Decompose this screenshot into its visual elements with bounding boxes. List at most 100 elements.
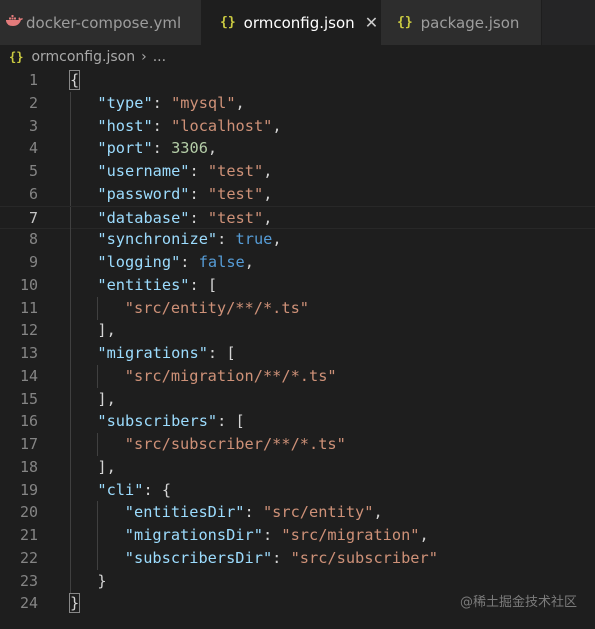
- code-line[interactable]: 10 "entities": [: [0, 273, 595, 297]
- line-number: 16: [19, 412, 38, 431]
- code-token: "host": [97, 116, 153, 135]
- indent-guide: [70, 546, 71, 570]
- code-text: "cli": {: [97, 479, 171, 502]
- code-line[interactable]: 1{: [0, 69, 595, 92]
- code-editor[interactable]: 1{2 "type": "mysql", 3 "host": "localhost",…: [0, 68, 595, 629]
- code-token: "mysql": [171, 93, 236, 112]
- code-token: ],: [97, 457, 116, 476]
- line-number: 2: [28, 93, 38, 112]
- code-line[interactable]: 14 "src/migration/**/*.ts": [0, 364, 595, 388]
- code-text: ],: [97, 388, 115, 411]
- json-braces-icon: {}: [220, 15, 236, 30]
- line-number: 24: [19, 594, 38, 613]
- code-text: "type": "mysql",: [97, 92, 244, 115]
- indent-guide: [70, 569, 71, 593]
- code-token: ,: [419, 526, 429, 544]
- code-text: "migrationsDir": "src/migration",: [125, 524, 429, 547]
- code-token: "test": [207, 184, 264, 203]
- code-line[interactable]: 19 "cli": {: [0, 478, 595, 502]
- breadcrumb-file[interactable]: ormconfig.json: [31, 49, 135, 65]
- tab-label: docker-compose.yml: [26, 13, 182, 32]
- code-token: "database": [97, 208, 190, 227]
- indent-guide: [70, 182, 71, 206]
- line-number: 6: [28, 184, 38, 203]
- code-line[interactable]: 7 "database": "test",: [0, 205, 595, 230]
- tab-package-json[interactable]: {} package.json: [381, 0, 542, 45]
- indent-guide: [70, 114, 71, 138]
- code-token: "src/subscriber": [290, 548, 438, 567]
- code-token: "src/subscriber/**/*.ts": [124, 435, 346, 453]
- code-line[interactable]: 16 "subscribers": [: [0, 410, 595, 434]
- code-text: "host": "localhost",: [97, 115, 281, 138]
- code-token: false: [198, 253, 245, 271]
- code-line[interactable]: 4 "port": 3306,: [0, 137, 595, 161]
- line-number: 5: [28, 162, 38, 180]
- code-token: "port": [97, 139, 153, 158]
- indent-guide: [70, 524, 71, 547]
- code-token: "src/migration/**/*.ts": [124, 366, 337, 385]
- code-line[interactable]: 20 "entitiesDir": "src/entity",: [0, 501, 595, 525]
- code-text: {: [68, 69, 81, 92]
- code-line[interactable]: 12],: [0, 319, 595, 343]
- code-token: : [: [207, 344, 236, 362]
- code-token: :: [152, 93, 172, 112]
- line-number: 14: [19, 366, 38, 385]
- code-token: "src/entity": [262, 503, 374, 522]
- code-token: "synchronize": [97, 230, 218, 249]
- indent-guide: [70, 251, 71, 274]
- code-text: "subscribers": [: [97, 410, 244, 433]
- code-line[interactable]: 6 "password": "test",: [0, 182, 595, 206]
- breadcrumb-trail[interactable]: ...: [153, 49, 166, 65]
- code-token: "username": [97, 162, 190, 180]
- code-line[interactable]: 13 "migrations": [: [0, 342, 595, 365]
- code-line[interactable]: 3 "host": "localhost",: [0, 114, 595, 138]
- code-line[interactable]: 23}: [0, 569, 595, 593]
- code-line[interactable]: 5 "username": "test",: [0, 160, 595, 183]
- code-token: :: [180, 253, 199, 271]
- tab-label: package.json: [420, 13, 520, 32]
- code-line[interactable]: 18],: [0, 455, 595, 479]
- code-token: "migrationsDir": [124, 526, 263, 544]
- line-number: 15: [19, 389, 38, 408]
- code-token: }: [68, 593, 81, 614]
- line-number: 10: [19, 275, 38, 294]
- code-token: :: [189, 208, 208, 227]
- breadcrumb: {} ormconfig.json › ...: [0, 45, 595, 69]
- code-text: "port": 3306,: [97, 137, 217, 160]
- code-token: :: [189, 162, 208, 180]
- code-token: ,: [263, 162, 273, 180]
- editor-tab-bar: docker-compose.yml {} ormconfig.json ✕ {…: [0, 0, 595, 45]
- line-number: 18: [19, 457, 38, 476]
- code-text: "logging": false,: [97, 251, 254, 274]
- code-token: :: [152, 139, 172, 158]
- code-line[interactable]: 2 "type": "mysql",: [0, 91, 595, 115]
- indent-guide: [70, 206, 71, 230]
- code-text: "database": "test",: [97, 207, 272, 230]
- code-text: "subscribersDir": "src/subscriber": [125, 547, 438, 570]
- code-line[interactable]: 17 "src/subscriber/**/*.ts": [0, 433, 595, 456]
- indent-guide: [70, 342, 71, 365]
- indent-guide: [70, 410, 71, 434]
- code-token: 3306: [171, 139, 208, 158]
- tab-ormconfig[interactable]: {} ormconfig.json ✕: [202, 0, 381, 45]
- code-token: "password": [97, 184, 190, 203]
- code-line[interactable]: 11 "src/entity/**/*.ts": [0, 296, 595, 320]
- code-line[interactable]: 22 "subscribersDir": "src/subscriber": [0, 546, 595, 570]
- code-token: : {: [143, 480, 172, 499]
- code-token: true: [235, 230, 273, 249]
- code-token: "cli": [97, 480, 144, 499]
- code-line[interactable]: 15],: [0, 387, 595, 411]
- code-line[interactable]: 21 "migrationsDir": "src/migration",: [0, 524, 595, 547]
- indent-guide: [70, 501, 71, 525]
- code-token: {: [68, 70, 81, 90]
- tab-docker-compose[interactable]: docker-compose.yml: [0, 0, 202, 45]
- code-line[interactable]: 8 "synchronize": true,: [0, 228, 595, 252]
- code-line[interactable]: 9 "logging": false,: [0, 251, 595, 274]
- line-number: 20: [19, 503, 38, 522]
- line-number: 3: [28, 116, 38, 135]
- code-token: "src/entity/**/*.ts": [124, 298, 309, 317]
- tab-label: ormconfig.json: [243, 13, 355, 32]
- close-icon[interactable]: ✕: [365, 13, 378, 32]
- line-number: 7: [28, 208, 38, 227]
- line-number: 17: [19, 435, 38, 453]
